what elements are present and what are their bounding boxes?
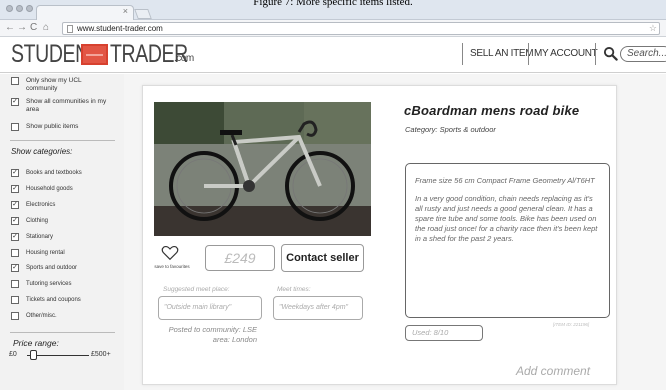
price-slider-handle[interactable] [29, 350, 37, 360]
add-comment-link[interactable]: Add comment [516, 364, 590, 378]
filter-sidebar: Only show my UCL community ✓ Show all co… [0, 74, 124, 390]
divider [10, 140, 115, 141]
logo-word-student: STUDENT [11, 40, 101, 68]
page: × Figure 7: More specific items listed. … [0, 0, 666, 390]
posted-community-info: Posted to community: LSE area: London [151, 325, 257, 345]
checkbox[interactable] [11, 312, 19, 320]
checkbox-checked[interactable]: ✓ [11, 201, 19, 209]
checkbox[interactable] [11, 77, 19, 85]
category-option[interactable]: ✓ Sports and outdoor [11, 264, 77, 272]
scope-option-label: Only show my UCL community [26, 77, 82, 92]
figure-caption: Figure 7: More specific items listed. [253, 0, 413, 8]
category-label: Books and textbooks [26, 170, 82, 176]
category-label: Clothing [26, 218, 49, 224]
url-text: www.student-trader.com [77, 24, 163, 33]
category-label: Electronics [26, 202, 56, 208]
description-paragraph: Frame size 56 cm Compact Frame Geometry … [415, 176, 595, 185]
meet-times-label: Meet times: [277, 286, 311, 293]
category-label: Tickets and coupons [26, 297, 81, 303]
new-tab-button[interactable] [134, 9, 152, 19]
category-option[interactable]: ✓ Clothing [11, 217, 48, 225]
description-paragraph: In a very good condition, chain needs re… [415, 194, 598, 243]
scope-option[interactable]: Show public items [11, 123, 78, 131]
item-id: [ITEM ID: 221196] [553, 322, 590, 327]
checkbox[interactable] [11, 280, 19, 288]
sell-item-link[interactable]: SELL AN ITEM [470, 48, 534, 59]
category-label: Tutoring services [26, 281, 72, 287]
main-content: save to favourites £249 Contact seller S… [124, 74, 666, 390]
my-account-link[interactable]: MY ACCOUNT [534, 48, 598, 59]
price-range-label: Price range: [13, 338, 59, 348]
home-icon[interactable]: ⌂ [43, 22, 49, 34]
checkbox[interactable] [11, 296, 19, 304]
search-input[interactable]: Search... [620, 46, 666, 62]
divider [10, 332, 115, 333]
site-header: STUDENT TRADER .com SELL AN ITEM MY ACCO… [0, 37, 666, 73]
arrow-right-icon[interactable]: → [17, 22, 27, 34]
category-label: Stationary [26, 234, 54, 240]
item-card: save to favourites £249 Contact seller S… [142, 85, 617, 385]
category-option[interactable]: ✓ Electronics [11, 201, 55, 209]
reload-icon[interactable]: C [30, 22, 37, 34]
nav-divider [595, 43, 596, 65]
category-option[interactable]: ✓ Stationary [11, 233, 53, 241]
checkbox[interactable] [11, 123, 19, 131]
category-option[interactable]: ✓ Books and textbooks [11, 169, 82, 177]
heart-icon[interactable] [161, 244, 179, 262]
checkbox-checked[interactable]: ✓ [11, 185, 19, 193]
categories-heading: Show categories: [11, 147, 73, 156]
scope-option-label: Show all communities in my area [26, 98, 107, 113]
price-min-label: £0 [9, 351, 17, 358]
checkbox-checked[interactable]: ✓ [11, 98, 19, 106]
condition-badge: Used: 8/10 [405, 325, 483, 341]
posted-line: Posted to community: LSE [168, 325, 257, 334]
search-icon[interactable] [603, 46, 618, 61]
checkbox[interactable] [11, 249, 19, 257]
category-label: Household goods [26, 186, 73, 192]
category-option[interactable]: Tickets and coupons [11, 296, 81, 304]
category-label: Sports and outdoor [26, 265, 78, 271]
checkbox-checked[interactable]: ✓ [11, 217, 19, 225]
checkbox-checked[interactable]: ✓ [11, 169, 19, 177]
save-to-favourites-label: save to favourites [154, 264, 190, 269]
checkbox-checked[interactable]: ✓ [11, 264, 19, 272]
scope-option-label: Show public items [26, 123, 79, 130]
meet-place-field[interactable]: "Outside main library" [158, 296, 262, 320]
item-category: Category: Sports & outdoor [405, 125, 496, 134]
price-max-label: £500+ [91, 351, 111, 358]
bookmark-star-icon[interactable]: ☆ [649, 23, 657, 34]
nav-divider [528, 43, 529, 65]
category-option[interactable]: Tutoring services [11, 280, 71, 288]
meet-place-label: Suggested meet place: [163, 286, 230, 293]
scope-option[interactable]: ✓ Show all communities in my area [11, 98, 114, 114]
site-logo[interactable]: STUDENT TRADER .com [11, 40, 194, 68]
meet-times-field[interactable]: "Weekdays after 4pm" [273, 296, 363, 320]
category-option[interactable]: ✓ Household goods [11, 185, 73, 193]
item-description: Frame size 56 cm Compact Frame Geometry … [405, 163, 610, 318]
browser-toolbar: ← → C ⌂ www.student-trader.com ☆ [0, 20, 666, 37]
arrow-left-icon[interactable]: ← [5, 22, 15, 34]
address-bar[interactable]: www.student-trader.com ☆ [62, 22, 660, 35]
posted-line: area: London [212, 335, 257, 344]
category-option[interactable]: Other/misc. [11, 312, 57, 320]
category-option[interactable]: Housing rental [11, 249, 65, 257]
checkbox-checked[interactable]: ✓ [11, 233, 19, 241]
category-label: Other/misc. [26, 313, 57, 319]
page-icon [67, 25, 73, 33]
scope-option[interactable]: Only show my UCL community [11, 77, 90, 93]
nav-divider [462, 43, 463, 65]
price-display: £249 [205, 245, 275, 271]
item-title: cBoardman mens road bike [404, 103, 580, 118]
category-label: Housing rental [26, 250, 65, 256]
contact-seller-button[interactable]: Contact seller [281, 244, 364, 272]
item-photo[interactable] [154, 102, 371, 236]
logo-word-trader: TRADER [110, 40, 188, 68]
logo-trade-box-icon [81, 44, 108, 65]
